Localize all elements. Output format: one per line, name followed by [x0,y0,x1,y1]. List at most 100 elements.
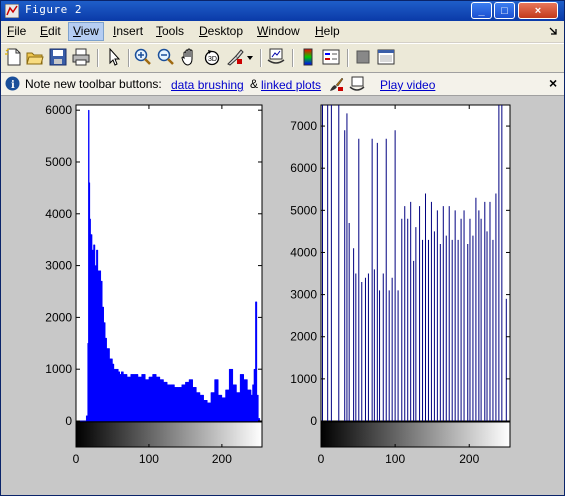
y-tick-label: 6000 [290,161,317,175]
histogram-bar [92,250,94,421]
menu-tools[interactable]: Tools [152,23,188,40]
info-message: Note new toolbar buttons: [25,77,162,91]
info-bar: i Note new toolbar buttons: data brushin… [1,73,564,96]
histogram-bar [89,182,90,421]
menu-file-label: ile [14,24,27,38]
y-tick-label: 4000 [45,207,72,221]
menu-view-label: iew [80,24,99,38]
histogram-bar [145,379,149,421]
play-video-link[interactable]: Play video [380,78,435,92]
histogram-bar [252,384,254,421]
close-icon: × [534,5,542,17]
minimize-button[interactable]: _ [471,2,492,19]
menu-insert[interactable]: Insert [109,23,147,40]
y-tick-label: 3000 [290,288,317,302]
info-ampersand: & [250,77,259,91]
new-figure-icon[interactable] [5,48,23,66]
menu-edit[interactable]: Edit [36,23,65,40]
histogram-bar [221,397,226,421]
figure-window: Figure 2 _ □ × File Edit View Insert Too… [0,0,565,496]
histogram-bar [207,402,211,421]
histogram-bar [256,395,259,421]
histogram-bar [100,281,103,421]
y-tick-label: 0 [65,414,72,428]
linked-plots-link[interactable]: linked plots [261,78,321,92]
histogram-bar [96,250,98,421]
menu-edit-label: dit [48,24,61,38]
histogram-bar [243,379,248,421]
dropdown-arrow-icon[interactable] [245,48,255,66]
x-tick-label: 100 [139,452,159,466]
show-plot-tools-icon[interactable] [377,48,395,66]
toolbar-separator [347,49,349,67]
matlab-figure-icon [5,4,19,18]
open-file-icon[interactable] [26,48,44,66]
hide-plot-tools-icon[interactable] [354,48,372,66]
histogram-bar [178,387,182,421]
zoom-out-icon[interactable] [157,48,175,66]
menu-desktop-mnemonic: D [199,24,208,38]
edit-plot-arrow-icon[interactable] [105,48,123,66]
menu-view[interactable]: View [68,22,104,41]
histogram-bar [94,265,97,421]
data-cursor-icon[interactable] [226,48,244,66]
histogram-bar [148,376,153,421]
pan-hand-icon[interactable] [180,48,198,66]
histogram-bar [87,343,89,421]
y-tick-label: 5000 [45,155,72,169]
menu-help[interactable]: Help [311,23,344,40]
menu-dock-arrow-icon[interactable] [549,27,558,36]
x-tick-label: 0 [73,452,80,466]
histogram-bar [113,369,116,421]
y-tick-label: 2000 [45,310,72,324]
y-tick-label: 1000 [45,362,72,376]
data-brushing-link[interactable]: data brushing [171,78,244,92]
link-plot-icon[interactable] [267,48,285,66]
menu-window-label: indow [268,24,300,38]
menu-bar: File Edit View Insert Tools Desktop Wind… [1,21,564,42]
colorbar-icon[interactable] [299,48,317,66]
histogram-bar [255,301,257,421]
menu-help-mnemonic: H [315,24,324,38]
histogram-bar [167,384,171,421]
brush-icon[interactable] [328,76,344,92]
maximize-button[interactable]: □ [494,2,515,19]
print-icon[interactable] [72,48,90,66]
y-tick-label: 5000 [290,203,317,217]
menu-file[interactable]: File [3,23,30,40]
menu-view-mnemonic: V [73,24,81,38]
histogram-bar [130,374,135,421]
y-tick-label: 6000 [45,103,72,117]
window-title: Figure 2 [25,3,82,16]
histogram-bar [112,364,114,421]
toolbar-separator [97,49,99,67]
histogram-bar [138,376,142,421]
save-icon[interactable] [49,48,67,66]
histogram-bar [118,371,120,421]
menu-window[interactable]: Window [253,23,304,40]
histogram-bar [93,244,95,421]
legend-icon[interactable] [322,48,340,66]
menu-desktop[interactable]: Desktop [195,23,247,40]
histogram-bar [97,270,100,421]
plots-svg: 01000200030004000500060000 100 20001000200… [45,103,511,466]
histogram-bar [247,389,252,421]
histogram-bar [102,307,104,421]
histogram-bar [123,374,128,421]
histogram-bar [203,400,208,421]
linked-plot-icon[interactable] [349,76,365,92]
title-bar[interactable]: Figure 2 _ □ × [1,1,564,21]
histogram-bar [210,392,215,421]
menu-insert-label: nsert [116,24,144,38]
histogram-bar [189,379,193,421]
rotate-3d-icon[interactable]: 3D [203,48,221,66]
histogram-bar [141,374,146,421]
close-button[interactable]: × [518,2,558,19]
info-bar-close-icon[interactable]: × [549,75,557,91]
histogram-bar [116,369,119,421]
zoom-in-icon[interactable] [134,48,152,66]
menu-help-label: elp [323,24,340,38]
x-tick-label: 200 [459,452,479,466]
histogram-bar [218,395,222,421]
x-tick-label: 200 [212,452,232,466]
